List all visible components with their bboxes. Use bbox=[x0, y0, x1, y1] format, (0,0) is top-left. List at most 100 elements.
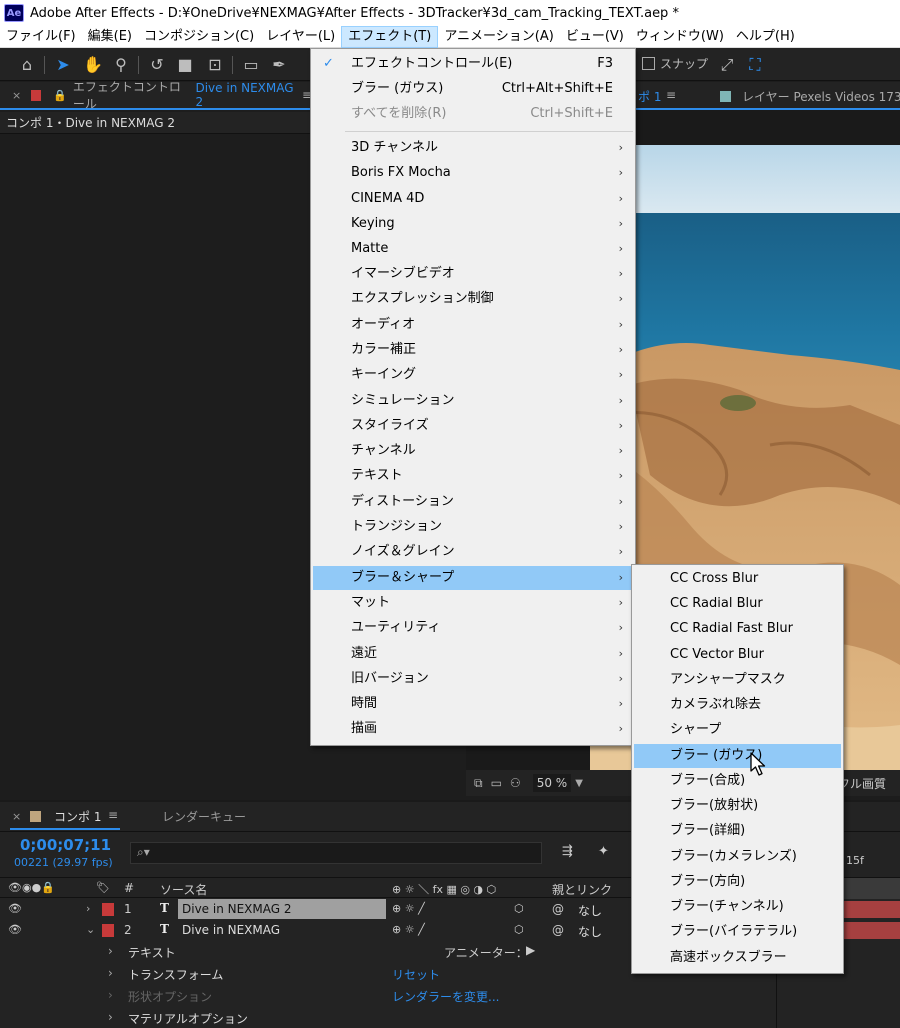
menu-item-category[interactable]: 3D チャンネル › bbox=[313, 136, 633, 160]
submenu-item-gaussian-blur[interactable]: ブラー (ガウス) bbox=[634, 744, 841, 768]
menu-item-category[interactable]: マット › bbox=[313, 591, 633, 615]
geometry-options-label[interactable]: 形状オプション bbox=[128, 988, 212, 1005]
submenu-item[interactable]: CC Vector Blur bbox=[634, 643, 841, 667]
mask-icon[interactable]: ⚇ bbox=[510, 776, 521, 790]
menu-item-category[interactable]: テキスト › bbox=[313, 464, 633, 488]
text-property-label[interactable]: テキスト bbox=[128, 944, 176, 961]
layer-switches[interactable]: ⊕ ☼ ╱ bbox=[392, 923, 425, 936]
rotate-tool-icon[interactable]: ↺ bbox=[146, 54, 168, 76]
layer-search-input[interactable]: ⌕▾ bbox=[130, 842, 542, 864]
submenu-item[interactable]: ブラー(詳細) bbox=[634, 819, 841, 843]
menu-item-category[interactable]: カラー補正 › bbox=[313, 338, 633, 362]
lock-icon[interactable]: 🔒 bbox=[53, 89, 67, 102]
pickwhip-icon[interactable]: @ bbox=[552, 923, 564, 937]
menu-window[interactable]: ウィンドウ(W) bbox=[630, 26, 730, 48]
submenu-item[interactable]: ブラー(合成) bbox=[634, 769, 841, 793]
menu-item-category[interactable]: スタイライズ › bbox=[313, 414, 633, 438]
pan-behind-tool-icon[interactable]: ⊡ bbox=[204, 54, 226, 76]
selection-tool-icon[interactable]: ➤ bbox=[52, 54, 74, 76]
submenu-item[interactable]: CC Radial Fast Blur bbox=[634, 617, 841, 641]
menu-file[interactable]: ファイル(F) bbox=[0, 26, 82, 48]
timecode-display[interactable]: 0;00;07;11 bbox=[20, 836, 111, 854]
menu-animation[interactable]: アニメーション(A) bbox=[438, 26, 560, 48]
zoom-dropdown[interactable]: 50 % bbox=[532, 774, 572, 792]
menu-item-category[interactable]: エクスプレッション制御 › bbox=[313, 287, 633, 311]
layer-duration-bar[interactable] bbox=[844, 922, 900, 939]
3d-layer-icon[interactable]: ⬡ bbox=[514, 902, 524, 915]
pen-tool-icon[interactable]: ✒ bbox=[268, 54, 290, 76]
menu-item-category[interactable]: 遠近 › bbox=[313, 642, 633, 666]
menu-item-category[interactable]: 描画 › bbox=[313, 717, 633, 741]
layer-duration-bar[interactable] bbox=[844, 901, 900, 918]
change-renderer-link[interactable]: レンダラーを変更... bbox=[392, 988, 499, 1005]
parent-dropdown[interactable]: なし bbox=[578, 902, 602, 919]
timeline-comp-tab[interactable]: コンポ 1 bbox=[54, 808, 101, 825]
menu-view[interactable]: ビュー(V) bbox=[560, 26, 630, 48]
align-icon[interactable]: ⛶ bbox=[744, 54, 766, 76]
menu-item-effect-controls[interactable]: ✓ エフェクトコントロール(E) F3 bbox=[313, 52, 633, 76]
eye-icon[interactable]: 👁 bbox=[8, 902, 22, 915]
chevron-right-icon[interactable]: › bbox=[108, 1010, 113, 1024]
zoom-tool-icon[interactable]: ⚲ bbox=[110, 54, 132, 76]
3d-layer-icon[interactable]: ⬡ bbox=[514, 923, 524, 936]
menu-item-category[interactable]: Boris FX Mocha › bbox=[313, 161, 633, 185]
display-icon[interactable]: ▭ bbox=[491, 776, 502, 790]
submenu-item[interactable]: ブラー(バイラテラル) bbox=[634, 920, 841, 944]
menu-item-category[interactable]: トランジション › bbox=[313, 515, 633, 539]
snap-icon[interactable]: ⤢ bbox=[716, 54, 738, 76]
submenu-item[interactable]: CC Cross Blur bbox=[634, 567, 841, 591]
chevron-right-icon[interactable]: › bbox=[108, 988, 113, 1002]
menu-item-category[interactable]: 旧バージョン › bbox=[313, 667, 633, 691]
menu-item-category[interactable]: 時間 › bbox=[313, 692, 633, 716]
draft-3d-icon[interactable]: ✦ bbox=[598, 844, 609, 859]
layer-label-swatch[interactable] bbox=[102, 903, 114, 916]
submenu-item[interactable]: ブラー(カメラレンズ) bbox=[634, 845, 841, 869]
layer-name[interactable]: Dive in NEXMAG 2 bbox=[178, 899, 386, 919]
chevron-right-icon[interactable]: › bbox=[108, 966, 113, 980]
submenu-item[interactable]: 高速ボックスブラー bbox=[634, 946, 841, 970]
snapshot-icon[interactable]: ⧉ bbox=[474, 776, 483, 791]
menu-item-category[interactable]: キーイング › bbox=[313, 363, 633, 387]
chevron-down-icon[interactable]: ▼ bbox=[575, 778, 583, 789]
chevron-right-icon[interactable]: › bbox=[86, 902, 90, 915]
submenu-item[interactable]: カメラぶれ除去 bbox=[634, 693, 841, 717]
menu-help[interactable]: ヘルプ(H) bbox=[730, 26, 801, 48]
layer-viewer-tab[interactable]: レイヤー Pexels Videos 17390 bbox=[742, 88, 900, 105]
menu-item-category[interactable]: シミュレーション › bbox=[313, 389, 633, 413]
menu-item-category[interactable]: イマーシブビデオ › bbox=[313, 262, 633, 286]
layer-switches[interactable]: ⊕ ☼ ╱ bbox=[392, 902, 425, 915]
pickwhip-icon[interactable]: @ bbox=[552, 902, 564, 916]
source-name-column-header[interactable]: ソース名 bbox=[160, 881, 207, 898]
submenu-item[interactable]: ブラー(方向) bbox=[634, 870, 841, 894]
comp-flowchart-icon[interactable]: ⇶ bbox=[562, 844, 573, 859]
chevron-right-icon[interactable]: › bbox=[108, 944, 113, 958]
menu-layer[interactable]: レイヤー(L) bbox=[260, 26, 341, 48]
menu-item-last-effect[interactable]: ブラー (ガウス) Ctrl+Alt+Shift+E bbox=[313, 77, 633, 101]
menu-item-category[interactable]: ノイズ＆グレイン › bbox=[313, 540, 633, 564]
menu-edit[interactable]: 編集(E) bbox=[82, 26, 138, 48]
panel-menu-icon[interactable]: ≡ bbox=[666, 88, 676, 102]
layer-name[interactable]: Dive in NEXMAG bbox=[182, 923, 280, 937]
transform-property-label[interactable]: トランスフォーム bbox=[128, 966, 223, 983]
render-queue-tab[interactable]: レンダーキュー bbox=[162, 808, 246, 825]
home-icon[interactable]: ⌂ bbox=[16, 54, 38, 76]
menu-item-category[interactable]: Keying › bbox=[313, 212, 633, 236]
camera-tool-icon[interactable]: ■ bbox=[174, 54, 196, 76]
reset-link[interactable]: リセット bbox=[392, 966, 440, 983]
submenu-item[interactable]: アンシャープマスク bbox=[634, 668, 841, 692]
resolution-dropdown[interactable]: フル画質 bbox=[838, 775, 886, 792]
composition-tab-label[interactable]: ポ 1 bbox=[638, 88, 661, 105]
menu-item-category[interactable]: ディストーション › bbox=[313, 490, 633, 514]
menu-item-category[interactable]: CINEMA 4D › bbox=[313, 187, 633, 211]
property-row[interactable]: › 形状オプション レンダラーを変更... bbox=[0, 985, 900, 1006]
submenu-item[interactable]: CC Radial Blur bbox=[634, 592, 841, 616]
menu-item-category[interactable]: Matte › bbox=[313, 237, 633, 261]
hand-tool-icon[interactable]: ✋ bbox=[82, 54, 104, 76]
menu-item-blur-sharpen[interactable]: ブラー＆シャープ › bbox=[313, 566, 633, 590]
menu-item-category[interactable]: チャンネル › bbox=[313, 439, 633, 463]
panel-menu-icon[interactable]: ≡ bbox=[108, 808, 118, 822]
eye-icon[interactable]: 👁 bbox=[8, 923, 22, 936]
menu-composition[interactable]: コンポジション(C) bbox=[138, 26, 260, 48]
animator-add-icon[interactable]: ▶ bbox=[526, 943, 535, 957]
submenu-item[interactable]: シャープ bbox=[634, 718, 841, 742]
